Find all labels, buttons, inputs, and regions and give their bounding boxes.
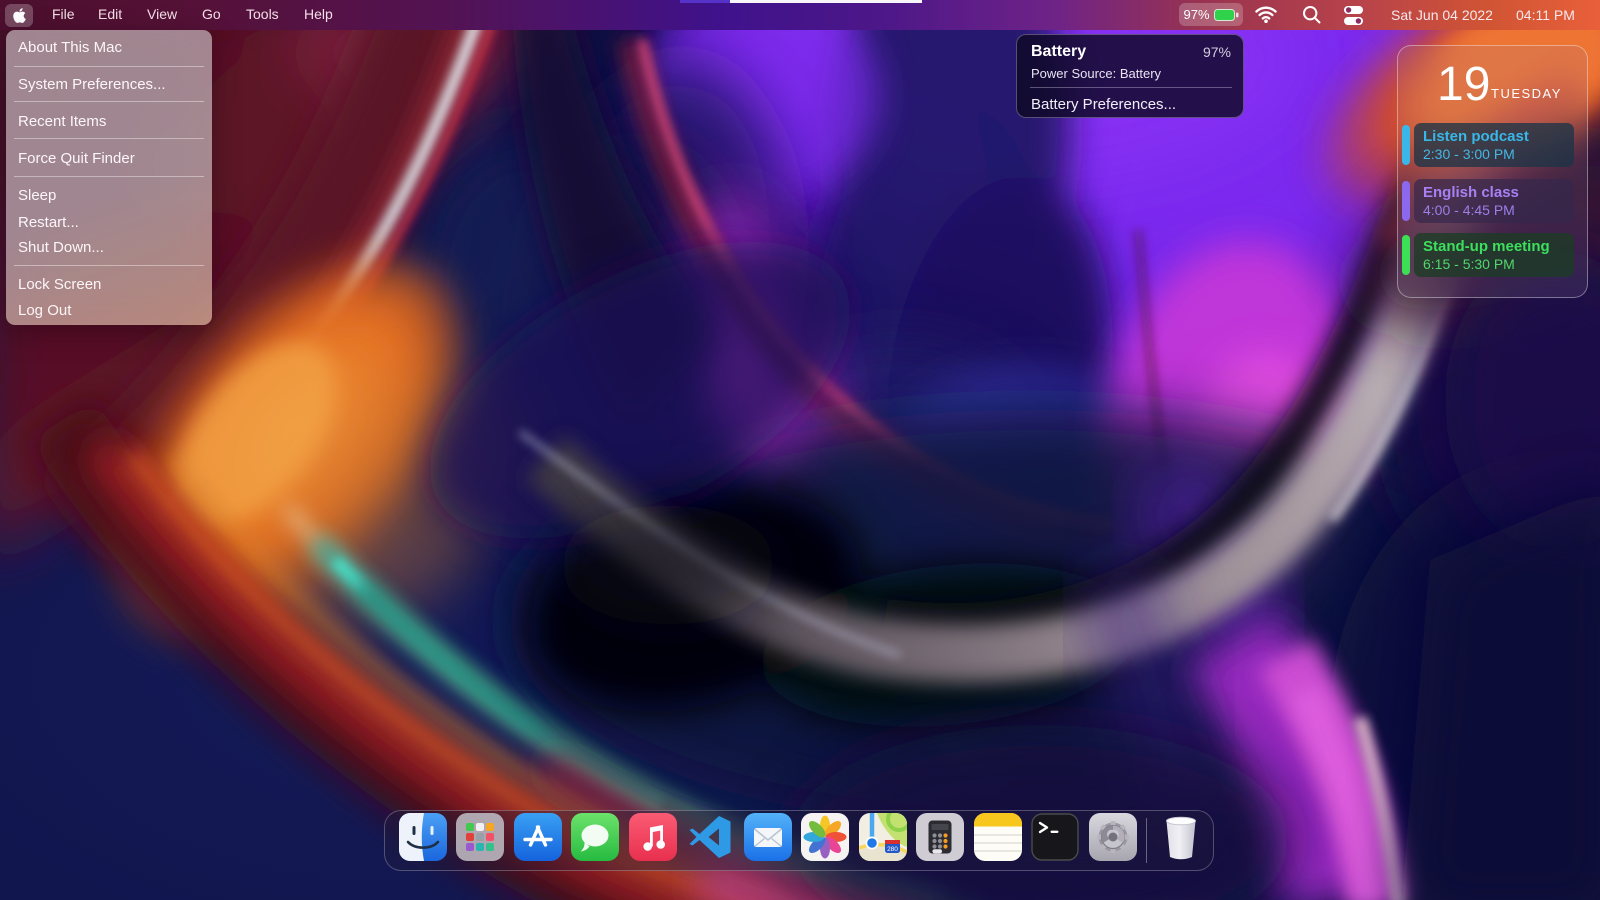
svg-text:280: 280 <box>887 846 898 853</box>
